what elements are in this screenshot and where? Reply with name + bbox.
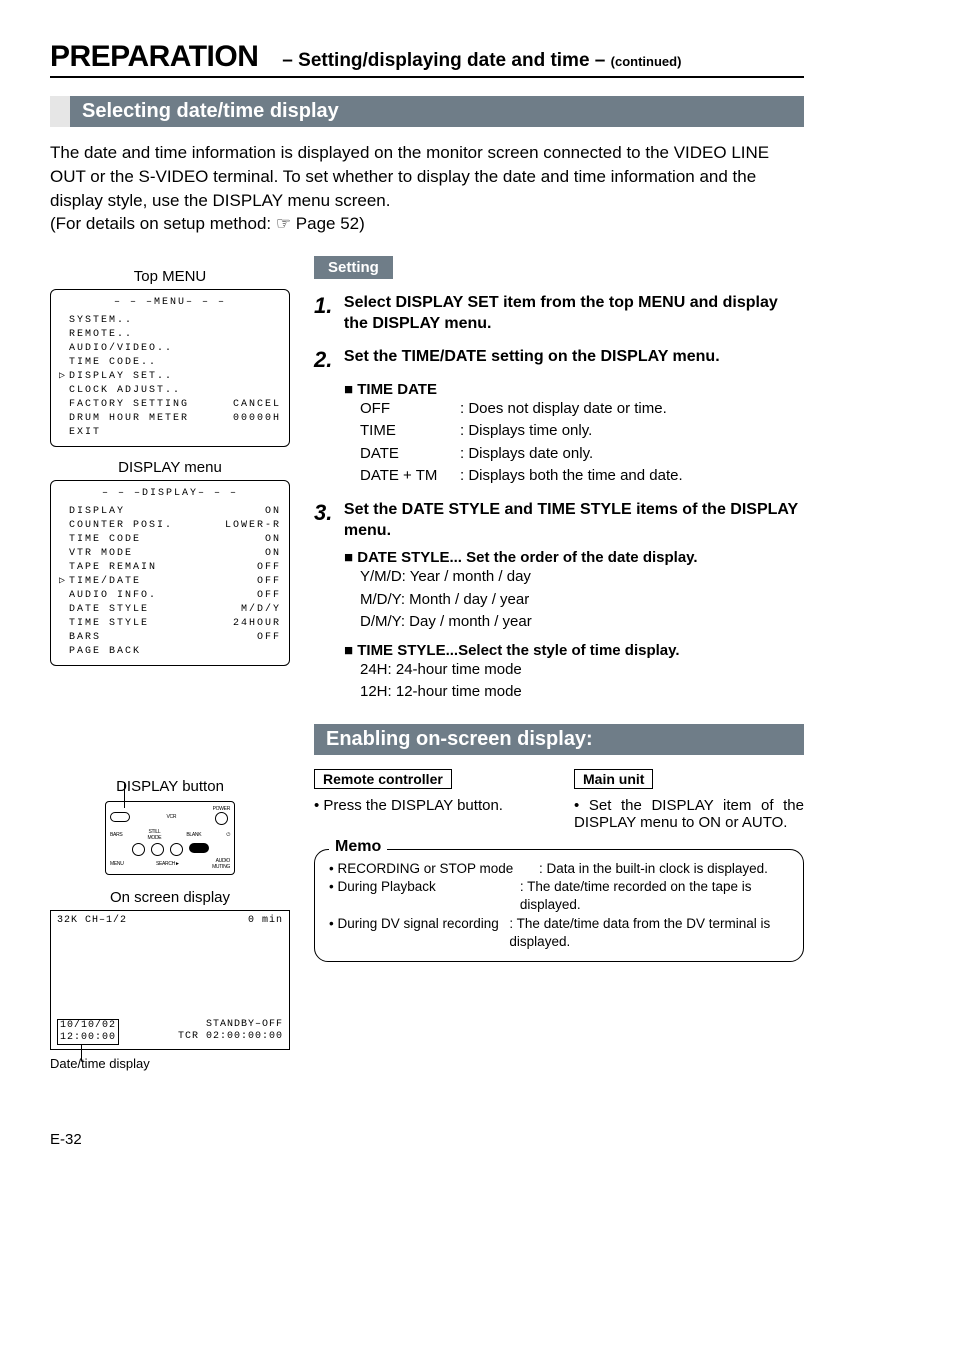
display-menu-label: DISPLAY menu [50, 459, 290, 476]
time-date-title: TIME DATE [344, 381, 804, 398]
menu-row: TIME STYLE24HOUR [59, 617, 281, 631]
step-3-text: Set the DATE STYLE and TIME STYLE items … [344, 500, 802, 542]
menu-row: TAPE REMAINOFF [59, 561, 281, 575]
display-menu-box: – – –DISPLAY– – – DISPLAYONCOUNTER POSI.… [50, 480, 290, 666]
menu-row: DISPLAYON [59, 505, 281, 519]
menu-row: BARSOFF [59, 631, 281, 645]
main-unit-text: • Set the DISPLAY item of the DISPLAY me… [574, 797, 804, 831]
section-title: Selecting date/time display [50, 96, 804, 127]
remote-controller-text: • Press the DISPLAY button. [314, 797, 544, 814]
enabling-title: Enabling on-screen display: [314, 724, 804, 755]
style-line: D/M/Y: Day / month / year [360, 611, 804, 634]
menu-row: AUDIO INFO.OFF [59, 589, 281, 603]
top-menu-box: – – –MENU– – – SYSTEM..REMOTE..AUDIO/VID… [50, 289, 290, 447]
menu-row: SYSTEM.. [59, 314, 281, 328]
menu-row: AUDIO/VIDEO.. [59, 342, 281, 356]
osd-datetime: 10/10/0212:00:00 [57, 1019, 119, 1045]
time-style-title: TIME STYLE...Select the style of time di… [344, 642, 804, 659]
setting-label: Setting [314, 256, 393, 279]
page-header: PREPARATION – Setting/displaying date an… [50, 40, 804, 78]
time-date-row: OFF: Does not display date or time. [360, 398, 804, 421]
menu-row: ▷TIME/DATEOFF [59, 575, 281, 589]
style-line: M/D/Y: Month / day / year [360, 589, 804, 612]
time-date-row: TIME: Displays time only. [360, 420, 804, 443]
menu-row: CLOCK ADJUST.. [59, 384, 281, 398]
date-style-title: DATE STYLE... Set the order of the date … [344, 549, 804, 566]
style-line: 24H: 24-hour time mode [360, 659, 804, 682]
step-1-number: 1. [314, 293, 340, 319]
memo-row: • During Playback: The date/time recorde… [329, 878, 789, 914]
memo-box: Memo • RECORDING or STOP mode: Data in t… [314, 849, 804, 962]
memo-row: • During DV signal recording: The date/t… [329, 915, 789, 951]
page-number: E-32 [50, 1131, 804, 1148]
style-line: Y/M/D: Year / month / day [360, 566, 804, 589]
step-3-number: 3. [314, 500, 340, 526]
display-button-label: DISPLAY button [50, 778, 290, 795]
display-button-icon [110, 812, 130, 822]
menu-row: REMOTE.. [59, 328, 281, 342]
main-unit-label: Main unit [574, 769, 653, 789]
osd-box: 32K CH–1/2 0 min 10/10/0212:00:00 STANDB… [50, 910, 290, 1050]
menu-row: EXIT [59, 426, 281, 440]
menu-row: DRUM HOUR METER00000H [59, 412, 281, 426]
step-2-text: Set the TIME/DATE setting on the DISPLAY… [344, 347, 802, 368]
step-2-number: 2. [314, 347, 340, 373]
menu-row: ▷DISPLAY SET.. [59, 370, 281, 384]
power-icon [215, 812, 228, 825]
style-line: 12H: 12-hour time mode [360, 681, 804, 704]
osd-label: On screen display [50, 889, 290, 906]
top-menu-label: Top MENU [50, 268, 290, 285]
menu-row: FACTORY SETTINGCANCEL [59, 398, 281, 412]
remote-diagram: VCR POWER BARS STILL MODE BLANK ⏻ MENU S… [105, 801, 235, 875]
audio-muting-button [189, 843, 209, 853]
menu-row: TIME CODE.. [59, 356, 281, 370]
menu-row: DATE STYLEM/D/Y [59, 603, 281, 617]
memo-title: Memo [329, 838, 387, 856]
time-date-row: DATE + TM: Displays both the time and da… [360, 465, 804, 488]
prep-title: PREPARATION [50, 40, 258, 74]
menu-row: COUNTER POSI.LOWER-R [59, 519, 281, 533]
memo-row: • RECORDING or STOP mode: Data in the bu… [329, 860, 789, 878]
time-date-row: DATE: Displays date only. [360, 443, 804, 466]
remote-controller-label: Remote controller [314, 769, 452, 789]
step-1-text: Select DISPLAY SET item from the top MEN… [344, 293, 802, 335]
menu-row: PAGE BACK [59, 645, 281, 659]
intro-text: The date and time information is display… [50, 141, 804, 236]
menu-row: TIME CODEON [59, 533, 281, 547]
menu-row: VTR MODEON [59, 547, 281, 561]
osd-caption: Date/time display [50, 1056, 290, 1071]
prep-subtitle: – Setting/displaying date and time – (co… [282, 50, 681, 72]
